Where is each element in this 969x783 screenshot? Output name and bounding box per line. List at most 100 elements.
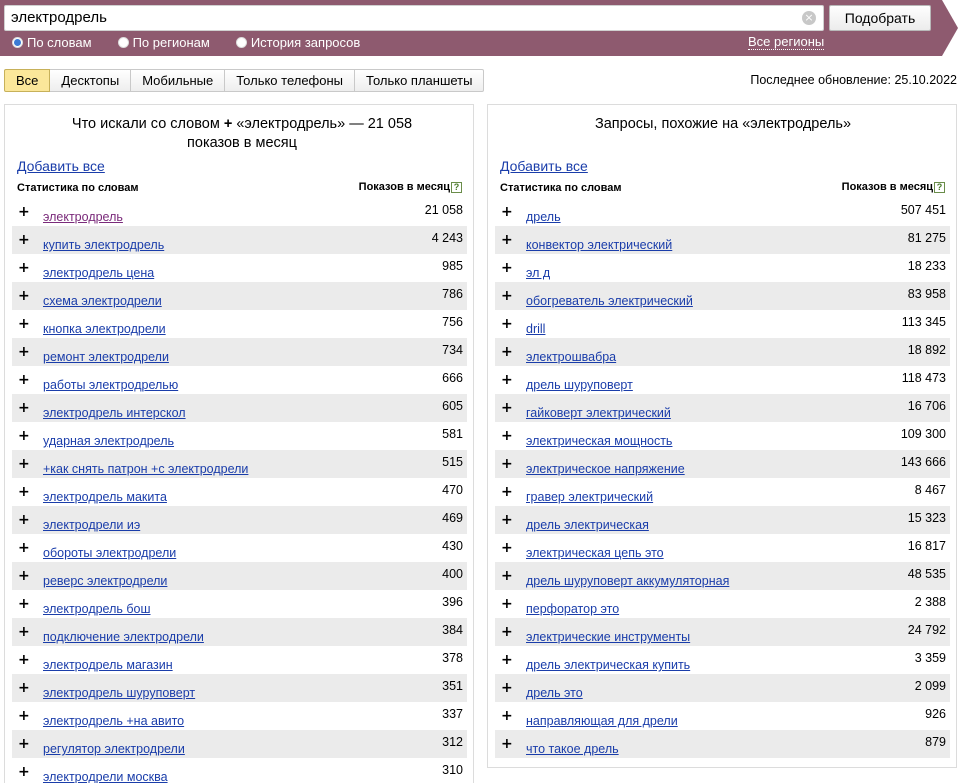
add-plus-icon[interactable]: + <box>501 709 513 723</box>
radio-icon[interactable] <box>117 37 129 48</box>
add-plus-icon[interactable]: + <box>18 653 30 667</box>
phrase-link[interactable]: дрель электрическая купить <box>526 658 690 672</box>
add-plus-icon[interactable]: + <box>18 457 30 471</box>
add-plus-icon[interactable]: + <box>501 653 513 667</box>
phrase-link[interactable]: гайковерт электрический <box>526 406 671 420</box>
add-plus-icon[interactable]: + <box>501 373 513 387</box>
mode-by-regions[interactable]: По регионам <box>117 35 210 50</box>
phrase-link[interactable]: дрель шуруповерт <box>526 378 633 392</box>
add-plus-icon[interactable]: + <box>501 401 513 415</box>
phrase-link[interactable]: дрель это <box>526 686 583 700</box>
add-plus-icon[interactable]: + <box>18 205 30 219</box>
phrase-link[interactable]: направляющая для дрели <box>526 714 678 728</box>
add-plus-icon[interactable]: + <box>18 261 30 275</box>
phrase-link[interactable]: гравер электрический <box>526 490 653 504</box>
add-plus-icon[interactable]: + <box>501 233 513 247</box>
add-plus-icon[interactable]: + <box>501 429 513 443</box>
add-all-link[interactable]: Добавить все <box>17 158 105 174</box>
add-plus-icon[interactable]: + <box>501 541 513 555</box>
phrase-link[interactable]: работы электродрелью <box>43 378 178 392</box>
add-plus-icon[interactable]: + <box>18 401 30 415</box>
add-plus-icon[interactable]: + <box>18 373 30 387</box>
add-plus-icon[interactable]: + <box>18 597 30 611</box>
add-plus-icon[interactable]: + <box>501 289 513 303</box>
add-plus-icon[interactable]: + <box>501 625 513 639</box>
add-plus-icon[interactable]: + <box>501 205 513 219</box>
phrase-link[interactable]: электрическое напряжение <box>526 462 685 476</box>
phrase-link[interactable]: кнопка электродрели <box>43 322 166 336</box>
tab-desktops[interactable]: Десктопы <box>50 69 132 92</box>
phrase-link[interactable]: эл д <box>526 266 550 280</box>
add-plus-icon[interactable]: + <box>501 737 513 751</box>
phrase-link[interactable]: электрошвабра <box>526 350 616 364</box>
phrase-link[interactable]: что такое дрель <box>526 742 619 756</box>
add-plus-icon[interactable]: + <box>501 317 513 331</box>
add-plus-icon[interactable]: + <box>501 681 513 695</box>
phrase-link[interactable]: электродрель <box>43 210 123 224</box>
phrase-link[interactable]: электродрель макита <box>43 490 167 504</box>
phrase-link[interactable]: электродрель шуруповерт <box>43 686 195 700</box>
all-regions-link[interactable]: Все регионы <box>748 35 825 50</box>
help-icon[interactable]: ? <box>451 181 462 193</box>
tab-phones-only[interactable]: Только телефоны <box>225 69 356 92</box>
add-plus-icon[interactable]: + <box>501 485 513 499</box>
phrase-link[interactable]: подключение электродрели <box>43 630 204 644</box>
add-all-link[interactable]: Добавить все <box>500 158 588 174</box>
phrase-link[interactable]: дрель шуруповерт аккумуляторная <box>526 574 729 588</box>
add-plus-icon[interactable]: + <box>18 765 30 779</box>
phrase-link[interactable]: обороты электродрели <box>43 546 176 560</box>
add-plus-icon[interactable]: + <box>18 345 30 359</box>
phrase-link[interactable]: +как снять патрон +с электродрели <box>43 462 248 476</box>
pick-button[interactable]: Подобрать <box>829 5 931 31</box>
add-plus-icon[interactable]: + <box>501 261 513 275</box>
phrase-link[interactable]: обогреватель электрический <box>526 294 693 308</box>
clear-icon[interactable]: × <box>802 11 816 25</box>
phrase-link[interactable]: купить электродрель <box>43 238 164 252</box>
add-plus-icon[interactable]: + <box>18 709 30 723</box>
phrase-link[interactable]: конвектор электрический <box>526 238 672 252</box>
phrase-link[interactable]: реверс электродрели <box>43 574 167 588</box>
add-plus-icon[interactable]: + <box>501 457 513 471</box>
radio-selected-icon[interactable] <box>12 37 23 48</box>
phrase-link[interactable]: электродрели иэ <box>43 518 140 532</box>
phrase-link[interactable]: регулятор электродрели <box>43 742 185 756</box>
add-plus-icon[interactable]: + <box>18 625 30 639</box>
phrase-link[interactable]: дрель электрическая <box>526 518 649 532</box>
phrase-link[interactable]: электродрель цена <box>43 266 154 280</box>
radio-icon[interactable] <box>235 37 247 48</box>
add-plus-icon[interactable]: + <box>18 485 30 499</box>
tab-all[interactable]: Все <box>4 69 51 92</box>
phrase-link[interactable]: drill <box>526 322 545 336</box>
phrase-link[interactable]: перфоратор это <box>526 602 619 616</box>
add-plus-icon[interactable]: + <box>18 569 30 583</box>
add-plus-icon[interactable]: + <box>18 233 30 247</box>
phrase-link[interactable]: электродрель бош <box>43 602 151 616</box>
mode-history[interactable]: История запросов <box>235 35 360 50</box>
add-plus-icon[interactable]: + <box>18 289 30 303</box>
phrase-link[interactable]: электродрель интерскол <box>43 406 186 420</box>
add-plus-icon[interactable]: + <box>18 513 30 527</box>
add-plus-icon[interactable]: + <box>18 429 30 443</box>
phrase-link[interactable]: ударная электродрель <box>43 434 174 448</box>
add-plus-icon[interactable]: + <box>501 345 513 359</box>
add-plus-icon[interactable]: + <box>18 317 30 331</box>
phrase-link[interactable]: дрель <box>526 210 561 224</box>
phrase-link[interactable]: электродрель +на авито <box>43 714 184 728</box>
phrase-link[interactable]: ремонт электродрели <box>43 350 169 364</box>
search-input[interactable]: электродрель <box>4 5 824 31</box>
add-plus-icon[interactable]: + <box>18 681 30 695</box>
tab-tablets-only[interactable]: Только планшеты <box>355 69 485 92</box>
phrase-link[interactable]: схема электродрели <box>43 294 162 308</box>
add-plus-icon[interactable]: + <box>501 597 513 611</box>
phrase-link[interactable]: электродрели москва <box>43 770 168 783</box>
mode-by-words[interactable]: По словам <box>12 35 92 50</box>
phrase-link[interactable]: электрические инструменты <box>526 630 690 644</box>
phrase-link[interactable]: электрическая цепь это <box>526 546 664 560</box>
add-plus-icon[interactable]: + <box>501 569 513 583</box>
phrase-link[interactable]: электродрель магазин <box>43 658 173 672</box>
tab-mobile[interactable]: Мобильные <box>131 69 226 92</box>
add-plus-icon[interactable]: + <box>18 737 30 751</box>
add-plus-icon[interactable]: + <box>18 541 30 555</box>
phrase-link[interactable]: электрическая мощность <box>526 434 672 448</box>
help-icon[interactable]: ? <box>934 181 945 193</box>
